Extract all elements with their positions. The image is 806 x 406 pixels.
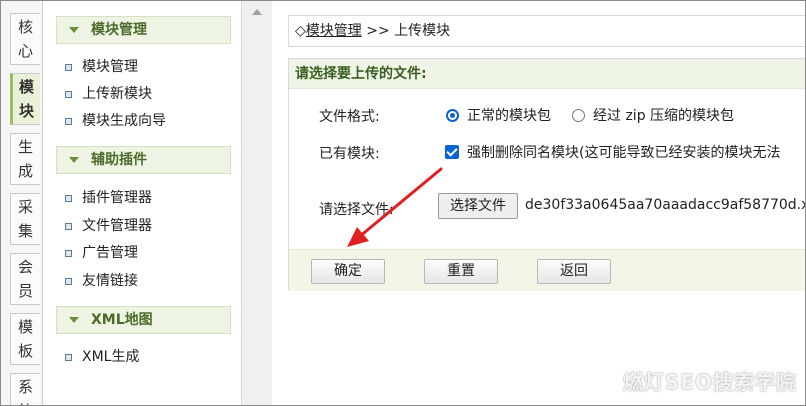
choose-file-button[interactable]: 选择文件: [438, 193, 518, 219]
breadcrumb-separator: >>: [361, 23, 395, 39]
radio-unselected-icon[interactable]: [572, 108, 585, 122]
bullet-icon: [65, 194, 72, 202]
vtab-collect[interactable]: 采集: [10, 193, 40, 245]
bullet-icon: [65, 222, 72, 230]
format-option-zip[interactable]: 经过 zip 压缩的模块包: [572, 105, 734, 125]
format-option-normal[interactable]: 正常的模块包: [446, 105, 551, 125]
sidebar-group-module[interactable]: 模块管理: [56, 16, 231, 44]
sidebar-item-label: XML生成: [82, 349, 140, 365]
checkbox-checked-icon[interactable]: [445, 145, 459, 159]
sidebar-item-label: 友情链接: [82, 273, 138, 289]
vtab-system[interactable]: 系统: [10, 373, 40, 405]
collapse-triangle-icon: [69, 157, 79, 163]
vtab-module[interactable]: 模块: [10, 73, 40, 125]
breadcrumb: ◇模块管理 >> 上传模块: [288, 15, 805, 47]
breadcrumb-diamond-icon: ◇: [295, 23, 306, 39]
form-title: 请选择要上传的文件:: [289, 59, 805, 89]
sidebar-item-file-manager[interactable]: 文件管理器: [65, 217, 152, 235]
force-delete-checkbox[interactable]: 强制删除同名模块(这可能导致已经安装的模块无法: [445, 142, 780, 162]
sidebar-group-plugins[interactable]: 辅助插件: [56, 146, 231, 174]
scroll-up-arrow-icon[interactable]: [252, 9, 262, 15]
sidebar-item-xml-generate[interactable]: XML生成: [65, 348, 139, 366]
back-button[interactable]: 返回: [537, 259, 611, 284]
sidebar-item-ad-manage[interactable]: 广告管理: [65, 244, 138, 262]
option-label: 正常的模块包: [467, 108, 551, 124]
confirm-button[interactable]: 确定: [311, 259, 385, 284]
reset-button[interactable]: 重置: [424, 259, 498, 284]
vtab-generate[interactable]: 生成: [10, 133, 40, 185]
sidebar-item-label: 上传新模块: [82, 86, 152, 102]
sidebar-item-label: 广告管理: [82, 245, 138, 261]
breadcrumb-link[interactable]: 模块管理: [306, 23, 362, 39]
file-label: 请选择文件:: [319, 202, 394, 218]
collapse-triangle-icon: [69, 27, 79, 33]
watermark: 燃灯SEO搜索学院: [622, 370, 797, 394]
bullet-icon: [65, 277, 72, 285]
bullet-icon: [65, 353, 72, 361]
sidebar-item-module-manage[interactable]: 模块管理: [65, 58, 138, 76]
selected-file-name: de30f33a0645aa70aaadacc9af58770d.xm: [525, 197, 806, 213]
bullet-icon: [65, 90, 72, 98]
sidebar-item-module-wizard[interactable]: 模块生成向导: [65, 112, 166, 130]
sidebar-item-label: 插件管理器: [82, 190, 152, 206]
sidebar-item-friend-links[interactable]: 友情链接: [65, 272, 138, 290]
collapse-triangle-icon: [69, 317, 79, 323]
sidebar-item-label: 模块管理: [82, 59, 138, 75]
vertical-tab-bar: 核心 模块 生成 采集 会员 模板 系统: [1, 1, 43, 405]
bullet-icon: [65, 63, 72, 71]
bullet-icon: [65, 249, 72, 257]
scrollbar[interactable]: [242, 1, 272, 405]
vtab-template[interactable]: 模板: [10, 313, 40, 365]
sidebar-item-plugin-manager[interactable]: 插件管理器: [65, 189, 152, 207]
sidebar: 模块管理 模块管理 上传新模块 模块生成向导 辅助插件 插件管理器 文件管理器 …: [43, 1, 243, 405]
app-window: 核心 模块 生成 采集 会员 模板 系统 模块管理 模块管理 上传新模块 模块生…: [0, 0, 806, 406]
breadcrumb-current: 上传模块: [394, 23, 451, 39]
option-label: 强制删除同名模块(这可能导致已经安装的模块无法: [467, 145, 781, 161]
existing-label: 已有模块:: [319, 146, 380, 162]
option-label: 经过 zip 压缩的模块包: [593, 108, 735, 124]
group-title: 辅助插件: [91, 152, 147, 168]
bullet-icon: [65, 117, 72, 125]
button-bar: 确定 重置 返回: [289, 249, 805, 291]
group-title: XML地图: [91, 312, 153, 328]
sidebar-item-label: 模块生成向导: [82, 113, 166, 129]
sidebar-item-upload-module[interactable]: 上传新模块: [65, 85, 152, 103]
upload-form: 请选择要上传的文件: 文件格式: 正常的模块包 经过 zip 压缩的模块包 已有…: [288, 58, 806, 291]
vtab-core[interactable]: 核心: [10, 13, 40, 65]
sidebar-group-xml[interactable]: XML地图: [56, 306, 231, 334]
main-content: ◇模块管理 >> 上传模块 请选择要上传的文件: 文件格式: 正常的模块包 经过…: [272, 1, 806, 405]
vtab-member[interactable]: 会员: [10, 253, 40, 305]
format-label: 文件格式:: [319, 109, 380, 125]
group-title: 模块管理: [91, 22, 147, 38]
radio-selected-icon[interactable]: [446, 108, 459, 122]
sidebar-item-label: 文件管理器: [82, 218, 152, 234]
